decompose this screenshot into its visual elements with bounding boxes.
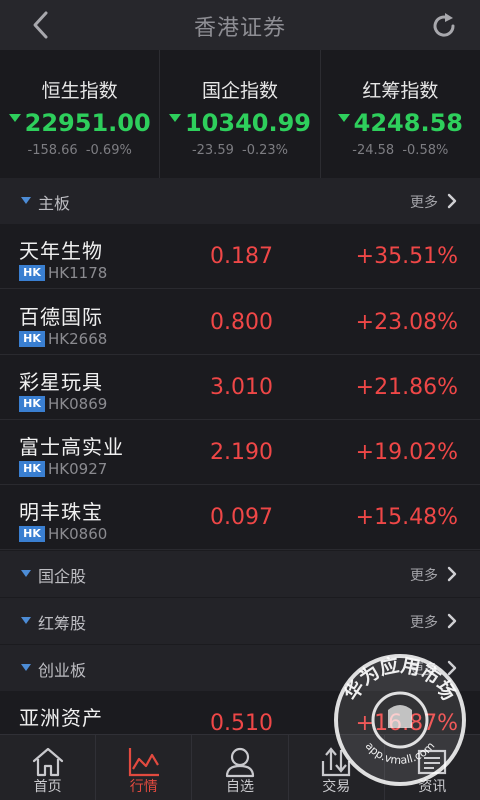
chevron-right-icon [447, 566, 457, 582]
chevron-right-icon [447, 613, 457, 629]
tab-home[interactable]: 首页 [0, 735, 97, 800]
stock-name: 天年生物 [19, 239, 103, 263]
stock-change-pct: +16.87% [355, 711, 458, 736]
index-change: -24.58 [352, 143, 395, 158]
stock-name: 富士高实业 [19, 435, 124, 459]
section-header-main-board[interactable]: 主板 更多 [0, 178, 480, 224]
person-icon [225, 747, 255, 778]
tab-label: 自选 [226, 779, 254, 795]
collapse-triangle-icon [21, 664, 31, 671]
stock-name: 明丰珠宝 [19, 500, 103, 524]
section-header-h-shares[interactable]: 国企股 更多 [0, 551, 480, 597]
stock-price: 0.097 [210, 505, 273, 530]
collapse-triangle-icon [21, 570, 31, 577]
stock-row[interactable]: 天年生物 HK HK1178 0.187 +35.51% [0, 224, 480, 289]
top-bar: 香港证券 [0, 0, 480, 50]
more-link[interactable]: 更多 [410, 612, 438, 632]
market-tag: HK [19, 525, 45, 542]
section-label: 国企股 [38, 567, 87, 586]
tab-news[interactable]: 资讯 [385, 735, 480, 800]
stock-name: 亚洲资产 [19, 706, 103, 730]
down-arrow-icon [168, 114, 181, 122]
stock-code: HK0927 [48, 459, 108, 478]
down-arrow-icon [8, 114, 21, 122]
tab-label: 资讯 [418, 779, 447, 795]
stock-change-pct: +19.02% [355, 440, 458, 465]
chevron-right-icon [447, 193, 457, 209]
bottom-tab-bar: 首页 行情 自选 交易 资讯 [0, 734, 480, 800]
index-name: 国企指数 [201, 80, 278, 102]
home-icon [32, 747, 63, 777]
tab-label: 行情 [129, 779, 158, 795]
stock-code: HK1178 [48, 263, 108, 282]
stock-price: 0.800 [210, 310, 273, 335]
more-link[interactable]: 更多 [410, 659, 438, 679]
stock-change-pct: +35.51% [355, 244, 458, 269]
stock-code: HK0860 [48, 524, 108, 543]
index-change: -158.66 [27, 143, 78, 158]
stock-price: 3.010 [210, 375, 273, 400]
section-label: 红筹股 [38, 614, 87, 633]
market-tag: HK [19, 395, 45, 412]
index-change-pct: -0.23% [242, 143, 289, 158]
more-link[interactable]: 更多 [410, 192, 438, 212]
tab-label: 首页 [33, 779, 62, 795]
market-tag: HK [19, 330, 45, 347]
index-hang-seng[interactable]: 恒生指数 22951.00 -158.66 -0.69% [0, 50, 161, 178]
index-change-pct: -0.58% [402, 143, 449, 158]
collapse-triangle-icon [21, 617, 31, 624]
stock-change-pct: +15.48% [355, 505, 458, 530]
index-h-shares[interactable]: 国企指数 10340.99 -23.59 -0.23% [160, 50, 321, 178]
stock-change-pct: +21.86% [355, 375, 458, 400]
market-tag: HK [19, 460, 45, 477]
stock-row[interactable]: 彩星玩具 HK HK0869 3.010 +21.86% [0, 355, 480, 420]
section-header-gem[interactable]: 创业板 更多 [0, 645, 480, 691]
stock-change-pct: +23.08% [355, 310, 458, 335]
index-name: 红筹指数 [362, 80, 439, 102]
transfer-icon [322, 747, 351, 777]
stock-row[interactable]: 富士高实业 HK HK0927 2.190 +19.02% [0, 420, 480, 485]
index-value: 22951.00 [24, 109, 151, 137]
section-label: 主板 [38, 194, 71, 213]
stock-code: HK2668 [48, 329, 108, 348]
collapse-triangle-icon [21, 197, 31, 204]
stock-price: 0.510 [210, 711, 273, 736]
index-change: -23.59 [191, 143, 234, 158]
stock-price: 0.187 [210, 244, 273, 269]
chart-icon [128, 748, 159, 777]
index-value: 10340.99 [184, 109, 311, 137]
tab-trade[interactable]: 交易 [289, 735, 385, 800]
market-tag: HK [19, 264, 45, 281]
stock-price: 2.190 [210, 440, 273, 465]
stock-row[interactable]: 百德国际 HK HK2668 0.800 +23.08% [0, 290, 480, 355]
index-name: 恒生指数 [41, 80, 118, 102]
section-header-red-chips[interactable]: 红筹股 更多 [0, 598, 480, 644]
stock-name: 彩星玩具 [19, 370, 103, 394]
stock-code: HK0869 [48, 394, 108, 413]
stock-row[interactable]: 明丰珠宝 HK HK0860 0.097 +15.48% [0, 485, 480, 550]
index-value: 4248.58 [353, 109, 463, 137]
tab-watchlist[interactable]: 自选 [192, 735, 289, 800]
more-link[interactable]: 更多 [410, 565, 438, 585]
index-summary: 恒生指数 22951.00 -158.66 -0.69% 国企指数 10340.… [0, 50, 480, 178]
page-title: 香港证券 [193, 16, 286, 41]
down-arrow-icon [337, 114, 350, 122]
tab-label: 交易 [322, 779, 351, 795]
stock-name: 百德国际 [19, 305, 103, 329]
refresh-icon[interactable] [426, 8, 462, 44]
tab-market[interactable]: 行情 [96, 735, 193, 800]
section-label: 创业板 [38, 661, 87, 680]
chevron-right-icon [447, 660, 457, 676]
index-change-pct: -0.69% [85, 143, 132, 158]
news-icon [418, 749, 447, 775]
index-red-chips[interactable]: 红筹指数 4248.58 -24.58 -0.58% [321, 50, 480, 178]
